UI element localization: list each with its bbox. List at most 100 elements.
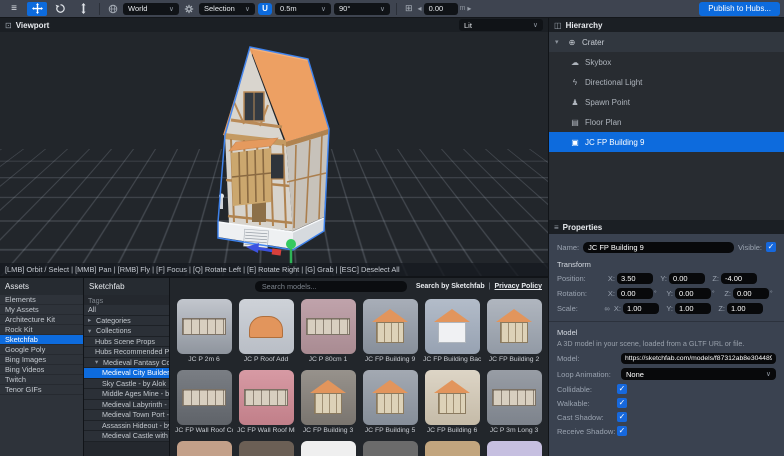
privacy-policy-link[interactable]: Privacy Policy (495, 283, 542, 290)
tag-item-medieval-town-port[interactable]: Medieval Town Port - t (84, 410, 169, 421)
source-item-bing-videos[interactable]: Bing Videos (0, 365, 83, 375)
position-x-input[interactable]: 3.50 (617, 273, 653, 284)
caret-right-icon[interactable]: ▸ (88, 316, 94, 324)
source-item-tenor-gifs[interactable]: Tenor GIFs (0, 385, 83, 395)
scale-y-input[interactable]: 1.00 (675, 303, 711, 314)
caret-down-icon[interactable]: ▾ (95, 358, 101, 366)
receive-shadow-checkbox[interactable]: ✓ (617, 426, 627, 436)
translate-tool-button[interactable] (27, 2, 47, 16)
asset-card[interactable] (485, 441, 543, 456)
asset-card[interactable]: JC FP Building 3 (299, 370, 357, 434)
snap-move-select[interactable]: 0.5m ∨ (275, 3, 331, 15)
asset-card[interactable]: JC FP Building 5 (361, 370, 419, 434)
person-icon: ♟ (570, 98, 580, 107)
collidable-checkbox[interactable]: ✓ (617, 384, 627, 394)
transform-space-select[interactable]: World ∨ (123, 3, 179, 15)
caret-down-icon[interactable]: ▾ (88, 327, 94, 335)
tag-item-medieval-castle[interactable]: Medieval Castle with V (84, 431, 169, 442)
source-item-twitch[interactable]: Twitch (0, 375, 83, 385)
asset-card[interactable]: JC FP Building 6 (423, 370, 481, 434)
cast-shadow-label: Cast Shadow: (557, 413, 617, 422)
chevron-down-icon: ∨ (533, 21, 538, 29)
scale-x-input[interactable]: 1.00 (623, 303, 659, 314)
scale-tool-button[interactable] (73, 2, 93, 16)
hierarchy-item-skybox[interactable]: ☁ Skybox (549, 52, 784, 72)
walkable-checkbox[interactable]: ✓ (617, 398, 627, 408)
node-label: Crater (582, 38, 604, 47)
tag-item-hubs-scene-props[interactable]: Hubs Scene Props (84, 337, 169, 348)
snap-toggle-button[interactable]: U (258, 3, 272, 15)
hierarchy-panel: ◫ Hierarchy ▾ ⊕ Crater ☁ Skybox ϟ (549, 18, 784, 220)
name-input[interactable] (583, 242, 734, 253)
asset-card[interactable]: JC P 3m Long 3 (485, 370, 543, 434)
tag-item-assassin-hideout[interactable]: Assassin Hideout - by r (84, 421, 169, 432)
source-item-my-assets[interactable]: My Assets (0, 305, 83, 315)
tag-item-medieval-labyrinth[interactable]: Medieval Labyrinth - b (84, 400, 169, 411)
search-input[interactable] (255, 281, 407, 292)
hierarchy-item-floor-plan[interactable]: ▤ Floor Plan (549, 112, 784, 132)
cast-shadow-checkbox[interactable]: ✓ (617, 412, 627, 422)
tag-item-medieval-city-builder[interactable]: Medieval City Builder (84, 368, 169, 379)
asset-card[interactable]: JC FP Wall Roof Mi... (237, 370, 295, 434)
rotate-icon (55, 3, 66, 14)
hierarchy-item-spawn-point[interactable]: ♟ Spawn Point (549, 92, 784, 112)
asset-card[interactable]: JC FP Building Back... (423, 299, 481, 363)
asset-card[interactable] (299, 441, 357, 456)
source-item-bing-images[interactable]: Bing Images (0, 355, 83, 365)
position-y-input[interactable]: 0.00 (669, 273, 705, 284)
stepper-right-icon[interactable]: ▸ (467, 4, 471, 13)
viewport-canvas[interactable]: [LMB] Orbit / Select | [MMB] Pan | [RMB]… (0, 32, 548, 276)
rotation-x-input[interactable]: 0.00 (617, 288, 653, 299)
asset-card[interactable]: JC P 80cm 1 (299, 299, 357, 363)
hierarchy-item-jc-fp-building-9[interactable]: ▣ JC FP Building 9 (549, 132, 784, 152)
tag-item-middle-ages-mine[interactable]: Middle Ages Mine - by (84, 389, 169, 400)
tag-item-categories[interactable]: ▸Categories (84, 316, 169, 327)
asset-card[interactable]: JC P 2m 6 (175, 299, 233, 363)
asset-card[interactable] (361, 441, 419, 456)
rotation-z-input[interactable]: 0.00 (733, 288, 769, 299)
asset-card[interactable]: JC FP Building 2 (485, 299, 543, 363)
source-item-rock-kit[interactable]: Rock Kit (0, 325, 83, 335)
walkable-label: Walkable: (557, 399, 617, 408)
caret-down-icon[interactable]: ▾ (555, 38, 562, 46)
left-column: ⊡ Viewport Lit ∨ (0, 18, 549, 456)
hierarchy-item-crater[interactable]: ▾ ⊕ Crater (549, 32, 784, 52)
asset-card[interactable] (237, 441, 295, 456)
tag-item-medieval-fantasy-contest[interactable]: ▾Medieval Fantasy Contest (84, 358, 169, 369)
position-z-input[interactable]: -4.00 (721, 273, 757, 284)
model-url-input[interactable] (621, 353, 776, 364)
source-item-architecture-kit[interactable]: Architecture Kit (0, 315, 83, 325)
hierarchy-item-directional-light[interactable]: ϟ Directional Light (549, 72, 784, 92)
tag-item-all[interactable]: All (84, 305, 169, 316)
publish-button[interactable]: Publish to Hubs... (699, 2, 780, 16)
asset-card[interactable]: JC P Roof Add (237, 299, 295, 363)
source-item-google-poly[interactable]: Google Poly (0, 345, 83, 355)
shading-mode-select[interactable]: Lit ∨ (459, 19, 543, 31)
snap-rotate-select[interactable]: 90° ∨ (334, 3, 390, 15)
asset-card[interactable]: JC FP Building 9 (361, 299, 419, 363)
asset-card[interactable] (175, 441, 233, 456)
grid-height-value[interactable]: 0.00 (424, 3, 458, 15)
asset-shape (438, 322, 466, 343)
tag-item-sky-castle[interactable]: Sky Castle - by Alok (84, 379, 169, 390)
asset-shape (306, 318, 350, 335)
visible-checkbox[interactable]: ✓ (766, 242, 776, 252)
stepper-left-icon[interactable]: ◂ (418, 4, 422, 13)
scale-z-input[interactable]: 1.00 (727, 303, 763, 314)
link-icon[interactable]: ∞ (601, 304, 613, 313)
loop-animation-select[interactable]: None ∨ (621, 368, 776, 380)
tag-item-hubs-recommended[interactable]: Hubs Recommended Props (84, 347, 169, 358)
gizmo-z-axis (272, 248, 282, 255)
source-item-elements[interactable]: Elements (0, 295, 83, 305)
asset-card[interactable] (423, 441, 481, 456)
rotation-y-input[interactable]: 0.00 (675, 288, 711, 299)
source-item-sketchfab[interactable]: Sketchfab (0, 335, 83, 345)
asset-card[interactable]: JC FP Wall Roof Co... (175, 370, 233, 434)
building-model[interactable] (198, 32, 378, 272)
tag-item-collections[interactable]: ▾Collections (84, 326, 169, 337)
menu-icon[interactable]: ≡ (4, 2, 24, 16)
transform-pivot-select[interactable]: Selection ∨ (199, 3, 255, 15)
grid-icon: ⊞ (405, 3, 413, 14)
rotate-tool-button[interactable] (50, 2, 70, 16)
viewport-header: ⊡ Viewport Lit ∨ (0, 18, 548, 32)
